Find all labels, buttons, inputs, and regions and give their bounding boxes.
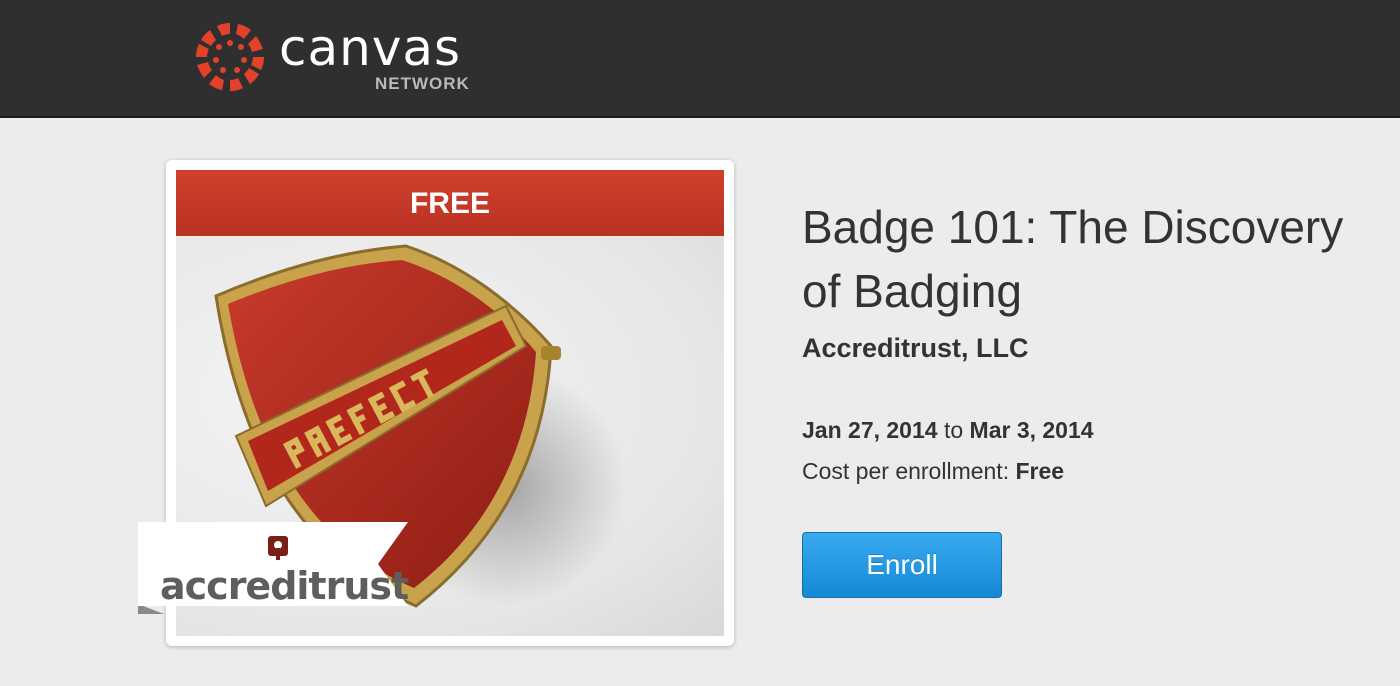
course-dates: Jan 27, 2014 to Mar 3, 2014 bbox=[802, 417, 1094, 444]
course-cost: Cost per enrollment: Free bbox=[802, 458, 1064, 485]
course-detail-section: FREE accreditrust Badge 101: The Discove… bbox=[0, 118, 1400, 686]
provider-logo-text: accreditrust bbox=[160, 564, 409, 608]
date-separator: to bbox=[943, 417, 970, 443]
end-date: Mar 3, 2014 bbox=[969, 417, 1094, 443]
enroll-button[interactable]: Enroll bbox=[802, 532, 1002, 598]
logo-subtitle: NETWORK bbox=[375, 74, 470, 93]
start-date: Jan 27, 2014 bbox=[802, 417, 938, 443]
provider-logo-ribbon: accreditrust bbox=[138, 522, 438, 618]
logo-wordmark: canvas bbox=[279, 19, 462, 77]
course-provider[interactable]: Accreditrust, LLC bbox=[802, 333, 1029, 364]
course-card: FREE accreditrust bbox=[138, 160, 734, 646]
accreditrust-mark-icon bbox=[268, 536, 288, 560]
canvas-network-logo[interactable]: canvas NETWORK bbox=[195, 19, 495, 94]
cost-label: Cost per enrollment: bbox=[802, 458, 1016, 484]
price-badge: FREE bbox=[176, 170, 724, 236]
cost-value: Free bbox=[1015, 458, 1065, 484]
course-title: Badge 101: The Discovery of Badging bbox=[802, 200, 1344, 317]
canvas-logo-icon bbox=[196, 23, 264, 91]
top-navigation-bar: canvas NETWORK bbox=[0, 0, 1400, 118]
